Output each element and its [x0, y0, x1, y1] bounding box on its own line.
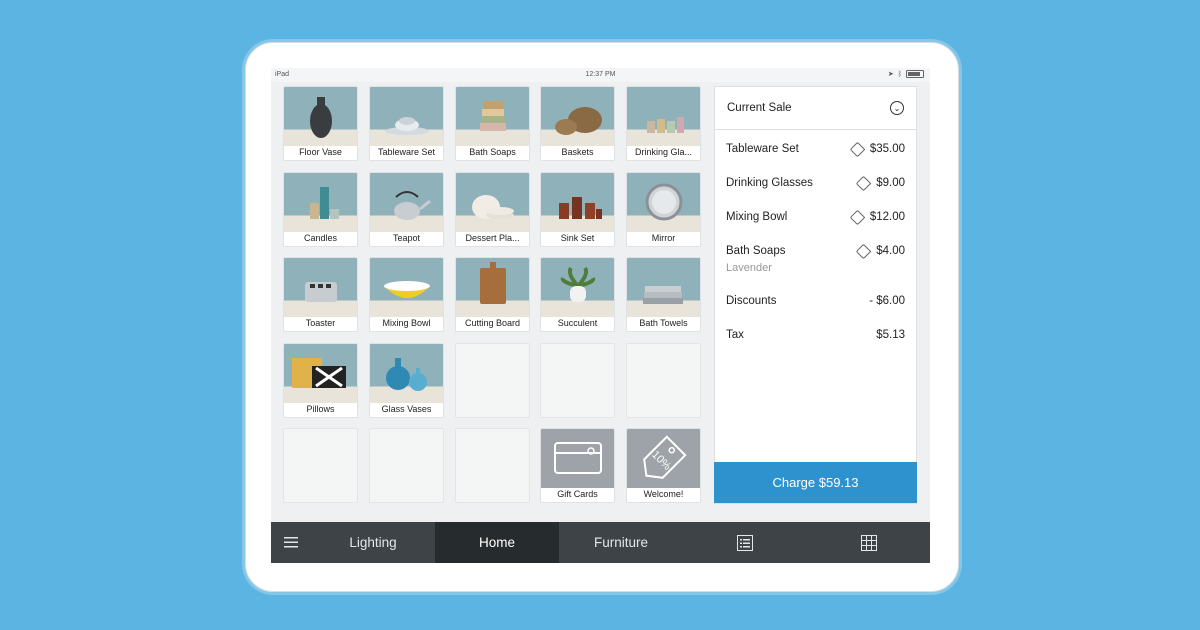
grid-view-icon[interactable] [807, 522, 930, 563]
tag-icon [849, 141, 866, 157]
status-bar: iPad 12:37 PM ➤ ᛒ [271, 68, 930, 82]
tile-label: Drinking Gla... [634, 147, 693, 157]
item-tile[interactable]: Drinking Gla... [626, 86, 701, 161]
empty-tile[interactable] [283, 428, 358, 503]
item-tile[interactable]: Toaster [283, 257, 358, 332]
tile-label: Baskets [561, 147, 594, 157]
list-view-icon[interactable] [683, 522, 807, 563]
tile-label: Mirror [651, 233, 676, 243]
item-image [284, 344, 357, 403]
clock: 12:37 PM [585, 71, 616, 78]
tab-home[interactable]: Home [435, 522, 559, 563]
tag-icon [855, 243, 872, 259]
battery-icon [906, 70, 924, 78]
bottom-nav: Lighting Home Furniture [271, 522, 930, 563]
variant-label: Lavender [726, 262, 772, 274]
chevron-down-icon[interactable]: ⌄ [890, 101, 904, 115]
tile-label: Pillows [306, 404, 335, 414]
item-tile[interactable]: Tableware Set [369, 86, 444, 161]
item-image [370, 87, 443, 146]
tile-label: Floor Vase [299, 147, 342, 157]
item-image [456, 258, 529, 317]
sale-line[interactable]: Mixing Bowl $12.00 [715, 201, 916, 235]
item-image [370, 344, 443, 403]
location-icon: ➤ [887, 71, 894, 78]
item-tile[interactable]: Pillows [283, 343, 358, 418]
tile-label: Dessert Pla... [465, 233, 520, 243]
item-tile[interactable]: Bath Towels [626, 257, 701, 332]
item-tile[interactable]: Baskets [540, 86, 615, 161]
discount-tag-icon: 10% [643, 435, 687, 479]
sale-title: Current Sale [727, 102, 792, 114]
tile-label: Bath Soaps [469, 147, 516, 157]
item-image [627, 173, 700, 232]
tile-label: Mixing Bowl [382, 318, 431, 328]
sale-line[interactable]: Tableware Set $35.00 [715, 133, 916, 167]
tile-label: Gift Cards [557, 489, 598, 499]
item-image [627, 258, 700, 317]
tile-label: Glass Vases [381, 404, 432, 414]
tile-label: Teapot [392, 233, 421, 243]
tile-label: Candles [303, 233, 338, 243]
item-tile[interactable]: Sink Set [540, 172, 615, 247]
item-tile[interactable]: Mixing Bowl [369, 257, 444, 332]
item-tile[interactable]: Succulent [540, 257, 615, 332]
tab-furniture[interactable]: Furniture [559, 522, 683, 563]
empty-tile[interactable] [455, 343, 530, 418]
menu-icon[interactable] [271, 522, 311, 563]
item-image [284, 87, 357, 146]
item-image [370, 173, 443, 232]
item-image [541, 173, 614, 232]
item-tile[interactable]: Floor Vase [283, 86, 358, 161]
item-tile[interactable]: Teapot [369, 172, 444, 247]
item-image [284, 173, 357, 232]
tile-label: Toaster [305, 318, 336, 328]
sale-header[interactable]: Current Sale ⌄ [715, 87, 916, 130]
empty-tile[interactable] [455, 428, 530, 503]
item-image [284, 258, 357, 317]
tag-icon [849, 209, 866, 225]
item-tile[interactable]: Mirror [626, 172, 701, 247]
sale-line[interactable]: Bath Soaps Lavender $4.00 [715, 235, 916, 285]
item-tile[interactable]: Bath Soaps [455, 86, 530, 161]
tile-label: Tableware Set [377, 147, 436, 157]
tile-label: Sink Set [560, 233, 595, 243]
tax-line[interactable]: Tax $5.13 [715, 319, 916, 353]
empty-tile[interactable] [540, 343, 615, 418]
item-image [541, 87, 614, 146]
item-image [456, 173, 529, 232]
item-image [456, 87, 529, 146]
item-tile[interactable]: Dessert Pla... [455, 172, 530, 247]
welcome-discount-tile[interactable]: 10% Welcome! [626, 428, 701, 503]
sale-line[interactable]: Drinking Glasses $9.00 [715, 167, 916, 201]
item-tile[interactable]: Candles [283, 172, 358, 247]
empty-tile[interactable] [369, 428, 444, 503]
charge-button[interactable]: Charge $59.13 [714, 462, 917, 503]
gift-card-icon [554, 442, 602, 474]
tile-label: Bath Towels [639, 318, 688, 328]
item-image [370, 258, 443, 317]
tab-lighting[interactable]: Lighting [311, 522, 435, 563]
discounts-line[interactable]: Discounts - $6.00 [715, 285, 916, 319]
item-image [541, 258, 614, 317]
item-image [627, 87, 700, 146]
item-tile[interactable]: Cutting Board [455, 257, 530, 332]
empty-tile[interactable] [626, 343, 701, 418]
tag-icon [855, 175, 872, 191]
tile-label: Succulent [557, 318, 598, 328]
gift-cards-tile[interactable]: Gift Cards [540, 428, 615, 503]
item-tile[interactable]: Glass Vases [369, 343, 444, 418]
current-sale-panel: Current Sale ⌄ Tableware Set $35.00 Drin… [714, 86, 917, 504]
tile-label: Welcome! [643, 489, 684, 499]
tile-label: Cutting Board [464, 318, 521, 328]
bluetooth-icon: ᛒ [897, 70, 902, 78]
